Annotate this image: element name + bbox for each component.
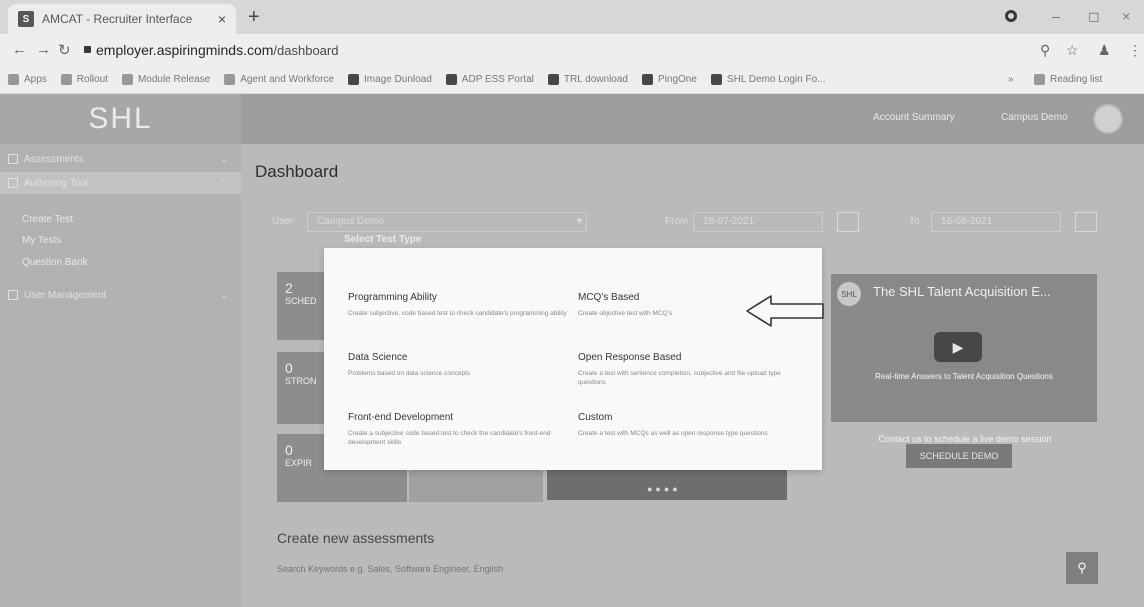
reading-list[interactable]: Reading list <box>1034 74 1102 85</box>
shl-icon <box>710 74 722 85</box>
shl-video-logo: SHL <box>837 282 861 306</box>
bookmark-shl-demo[interactable]: SHL Demo Login Fo... <box>710 74 826 85</box>
minimize-icon[interactable]: – <box>1052 8 1060 24</box>
sidebar-item-user-management[interactable]: User Management ⌄ <box>0 284 241 306</box>
more-bookmarks[interactable]: » <box>1008 74 1014 85</box>
from-label: From <box>665 216 689 227</box>
sidebar-item-assessments[interactable]: Assessments ⌄ <box>0 148 241 170</box>
lock-icon <box>84 46 91 53</box>
user-management-icon <box>8 290 18 300</box>
url-path: /dashboard <box>273 43 339 58</box>
url-host: employer.aspiringminds.com <box>96 42 274 58</box>
play-icon[interactable]: ▶ <box>934 332 982 362</box>
folder-icon <box>224 74 236 85</box>
option-data-science[interactable]: Data Science Problems based on data scie… <box>348 352 578 410</box>
reading-list-icon <box>1034 74 1045 85</box>
folder-icon <box>121 74 133 85</box>
video-title: The SHL Talent Acquisition E... <box>873 284 1051 299</box>
trl-icon <box>547 74 559 85</box>
search-button[interactable]: ⚲ <box>1066 552 1098 584</box>
bookmark-module-release[interactable]: Module Release <box>121 74 210 85</box>
user-value: Campus Demo <box>317 216 384 227</box>
video-caption: Real-time Answers to Talent Acquisition … <box>875 372 1053 381</box>
option-front-end-development[interactable]: Front-end Development Create a subjectiv… <box>348 412 578 470</box>
user-label: User <box>272 216 294 227</box>
to-label: To <box>909 216 920 227</box>
arrow-left-icon[interactable]: ← <box>12 41 27 58</box>
calendar-icon[interactable] <box>837 212 859 232</box>
shl-logo: SHL <box>0 94 241 144</box>
star-icon[interactable]: ☆ <box>1066 42 1079 59</box>
close-window-icon[interactable]: × <box>1122 8 1130 24</box>
hand-drawn-arrow-icon <box>746 295 824 327</box>
shl-favicon-icon: S <box>18 11 34 27</box>
sidebar-item-question-bank[interactable]: Question Bank <box>22 257 88 268</box>
create-new-title: Create new assessments <box>277 530 435 546</box>
sidebar-item-create-test[interactable]: Create Test <box>22 214 73 225</box>
calendar-icon[interactable] <box>1075 212 1097 232</box>
record-indicator-icon <box>1005 10 1017 22</box>
browser-tab[interactable]: S AMCAT - Recruiter Interface × <box>8 4 236 34</box>
address-bar: ← → ↻ employer.aspiringminds.com/dashboa… <box>0 34 1144 66</box>
bookmarks-bar: Apps Rollout Module Release Agent and Wo… <box>0 66 1144 94</box>
strong-card[interactable]: 0 STRON <box>277 352 329 424</box>
from-value: 16-07-2021 <box>703 216 755 227</box>
bookmark-pingone[interactable]: PingOne <box>642 74 697 85</box>
chevron-down-icon: ▾ <box>577 216 583 227</box>
to-value: 16-08-2021 <box>941 216 993 227</box>
top-nav: Account Summary Campus Demo <box>241 94 1144 144</box>
url-field[interactable]: employer.aspiringminds.com/dashboard <box>96 42 338 58</box>
option-open-response[interactable]: Open Response Based Create a test with s… <box>578 352 808 410</box>
menu-kebab-icon[interactable]: ⋮ <box>1128 42 1142 59</box>
avatar[interactable] <box>1093 104 1123 134</box>
pingone-icon <box>642 74 653 85</box>
bookmark-adp[interactable]: ADP ESS Portal <box>445 74 534 85</box>
adp-icon <box>445 74 457 85</box>
sidebar: SHL Assessments ⌄ Authoring Tool ⌃ Creat… <box>0 94 241 607</box>
chevron-down-icon: ⌄ <box>220 153 228 164</box>
bookmark-rollout[interactable]: Rollout <box>60 74 108 85</box>
option-custom[interactable]: Custom Create a test with MCQs as well a… <box>578 412 808 470</box>
sidebar-item-my-tests[interactable]: My Tests <box>22 235 61 246</box>
apps-grid-icon <box>8 74 19 85</box>
authoring-icon <box>8 178 18 188</box>
bookmark-image-dunload[interactable]: Image Dunload <box>347 74 432 85</box>
arrow-right-icon[interactable]: → <box>36 41 51 58</box>
select-test-type-modal: Select Test Type Programming Ability Cre… <box>324 234 822 470</box>
maximize-icon[interactable]: ◻ <box>1088 8 1100 25</box>
tab-title: AMCAT - Recruiter Interface <box>42 12 193 26</box>
assessments-icon <box>8 154 18 164</box>
video-panel[interactable]: SHL The SHL Talent Acquisition E... ▶ Re… <box>831 274 1097 422</box>
page-title: Dashboard <box>255 162 339 181</box>
chevron-down-icon: ⌄ <box>220 289 228 300</box>
search-icon: ⚲ <box>1077 560 1087 575</box>
modal-title: Select Test Type <box>344 234 422 245</box>
zoom-icon[interactable]: ⚲ <box>1040 42 1050 59</box>
contact-text: Contact us to schedule a live demo sessi… <box>878 434 1052 444</box>
schedule-demo-button[interactable]: SCHEDULE DEMO <box>906 444 1012 468</box>
folder-icon <box>60 74 72 85</box>
image-icon <box>347 74 359 85</box>
campus-demo-link[interactable]: Campus Demo <box>1001 112 1068 123</box>
account-summary-link[interactable]: Account Summary <box>873 112 955 123</box>
bookmark-agent-workforce[interactable]: Agent and Workforce <box>224 74 334 85</box>
browser-tab-bar: S AMCAT - Recruiter Interface × + – ◻ × <box>0 0 1144 34</box>
option-programming-ability[interactable]: Programming Ability Create subjective, c… <box>348 292 578 350</box>
bookmark-apps[interactable]: Apps <box>8 74 47 85</box>
scheduled-card[interactable]: 2 SCHED <box>277 272 329 340</box>
reload-icon[interactable]: ↻ <box>58 41 71 59</box>
sidebar-item-authoring-tool[interactable]: Authoring Tool ⌃ <box>0 172 241 194</box>
carousel-dots[interactable]: ●●●● <box>647 484 681 494</box>
profile-icon[interactable]: ♟ <box>1098 42 1111 59</box>
new-tab-icon[interactable]: + <box>248 6 260 29</box>
bookmark-trl[interactable]: TRL download <box>547 74 628 85</box>
chevron-up-icon: ⌃ <box>220 177 228 188</box>
search-input[interactable] <box>277 558 1057 580</box>
close-tab-icon[interactable]: × <box>218 11 226 27</box>
